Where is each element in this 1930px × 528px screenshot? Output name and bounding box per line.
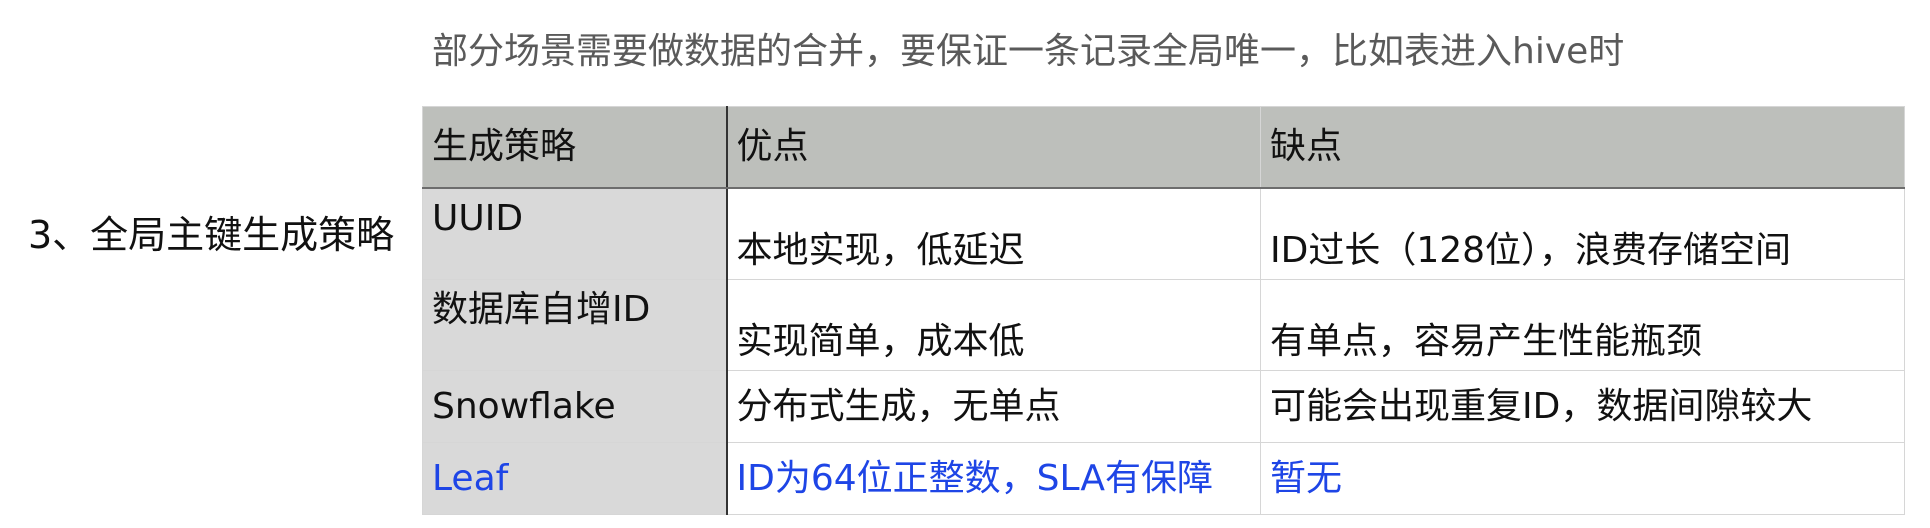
section-label: 3、全局主键生成策略: [28, 213, 395, 257]
cell-cons: ID过长（128位），浪费存储空间: [1260, 187, 1905, 280]
intro-text: 部分场景需要做数据的合并，要保证一条记录全局唯一，比如表进入hive时: [432, 31, 1625, 72]
cell-cons: 可能会出现重复ID，数据间隙较大: [1260, 370, 1905, 443]
header-cons: 缺点: [1260, 106, 1905, 189]
strategy-comparison-table: 生成策略 优点 缺点 UUID 本地实现，低延迟 ID过长（128位），浪费存储…: [422, 106, 1905, 515]
table-row: 数据库自增ID 实现简单，成本低 有单点，容易产生性能瓶颈: [422, 279, 1905, 371]
cell-strategy: Snowflake: [422, 370, 728, 443]
table-row: Snowflake 分布式生成，无单点 可能会出现重复ID，数据间隙较大: [422, 370, 1905, 443]
cell-cons: 有单点，容易产生性能瓶颈: [1260, 279, 1905, 371]
header-strategy: 生成策略: [422, 106, 728, 189]
table-row-highlighted: Leaf ID为64位正整数，SLA有保障 暂无: [422, 442, 1905, 515]
cell-strategy: Leaf: [422, 442, 728, 515]
strategy-table-container: 生成策略 优点 缺点 UUID 本地实现，低延迟 ID过长（128位），浪费存储…: [422, 106, 1905, 515]
cell-pros: 实现简单，成本低: [726, 279, 1261, 371]
header-pros: 优点: [726, 106, 1261, 189]
cell-pros: 分布式生成，无单点: [726, 370, 1261, 443]
table-header-row: 生成策略 优点 缺点: [422, 106, 1905, 189]
table-row: UUID 本地实现，低延迟 ID过长（128位），浪费存储空间: [422, 187, 1905, 280]
cell-pros: ID为64位正整数，SLA有保障: [726, 442, 1261, 515]
cell-cons: 暂无: [1260, 442, 1905, 515]
cell-pros: 本地实现，低延迟: [726, 187, 1261, 280]
cell-strategy: UUID: [422, 187, 728, 280]
cell-strategy: 数据库自增ID: [422, 279, 728, 371]
